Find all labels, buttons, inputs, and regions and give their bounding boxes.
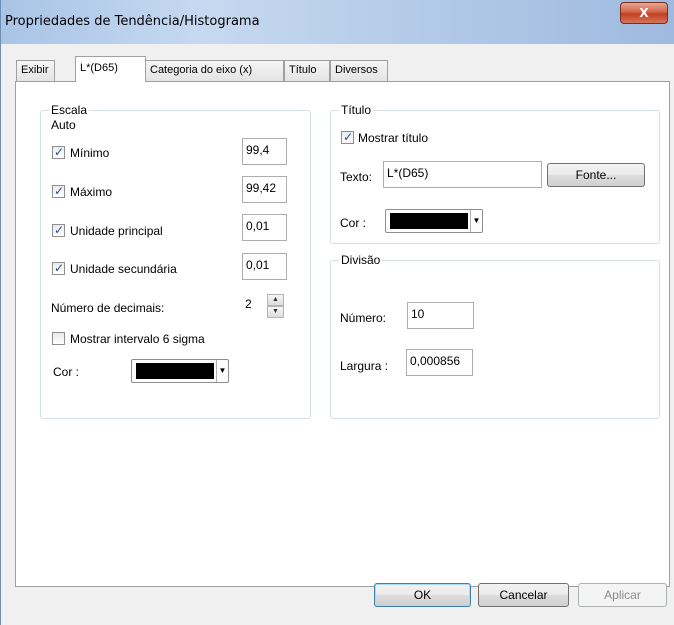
numero-input[interactable]: 10	[407, 302, 474, 329]
dialog-window: Propriedades de Tendência/Histograma X E…	[0, 0, 674, 625]
tab-titulo[interactable]: Título	[284, 60, 330, 81]
chevron-down-icon: ▼	[216, 360, 228, 382]
tab-categoria-eixo[interactable]: Categoria do eixo (x)	[145, 60, 284, 81]
minimo-input[interactable]: 99,4	[242, 138, 287, 165]
unidade-secundaria-input[interactable]: 0,01	[242, 253, 287, 280]
unidade-principal-label: Unidade principal	[70, 224, 163, 238]
close-button[interactable]: X	[620, 2, 668, 24]
sigma-label: Mostrar intervalo 6 sigma	[70, 332, 205, 346]
check-icon: ✓	[53, 261, 65, 275]
texto-input[interactable]: L*(D65)	[383, 161, 542, 188]
decimais-input[interactable]: 2	[242, 293, 265, 320]
fonte-button[interactable]: Fonte...	[547, 163, 645, 187]
tab-exibir[interactable]: Exibir	[16, 60, 55, 81]
maximo-input[interactable]: 99,42	[242, 176, 287, 203]
minimo-checkbox[interactable]: ✓	[52, 145, 65, 159]
unidade-secundaria-checkbox[interactable]: ✓	[52, 261, 65, 275]
tab-panel: Escala Auto ✓ Mínimo 99,4 ✓ Máximo 99,42…	[15, 81, 670, 587]
unidade-principal-checkbox[interactable]: ✓	[52, 223, 65, 237]
cancel-button[interactable]: Cancelar	[478, 583, 569, 607]
numero-label: Número:	[340, 311, 387, 325]
escala-group-label: Escala	[49, 103, 90, 117]
spin-down-icon[interactable]: ▼	[267, 306, 284, 318]
texto-label: Texto:	[340, 170, 373, 184]
check-icon: ✓	[342, 130, 354, 144]
chevron-down-icon: ▼	[470, 210, 482, 232]
divisao-group: Divisão Número: 10 Largura : 0,000856	[330, 253, 660, 419]
maximo-checkbox[interactable]: ✓	[52, 184, 65, 198]
mostrar-titulo-checkbox[interactable]: ✓	[341, 130, 354, 144]
spin-up-icon[interactable]: ▲	[267, 294, 284, 306]
tab-l-d65[interactable]: L*(D65)	[75, 56, 146, 82]
title-bar: Propriedades de Tendência/Histograma X	[1, 0, 674, 44]
tab-diversos[interactable]: Diversos	[330, 60, 388, 81]
largura-input[interactable]: 0,000856	[406, 349, 473, 376]
minimo-label: Mínimo	[70, 146, 110, 160]
divisao-group-label: Divisão	[339, 253, 383, 267]
largura-label: Largura :	[340, 359, 389, 373]
color-swatch	[136, 363, 214, 379]
titulo-cor-label: Cor :	[340, 216, 367, 230]
window-title: Propriedades de Tendência/Histograma	[5, 14, 260, 29]
dialog-client: Exibir L*(D65) Categoria do eixo (x) Tít…	[10, 44, 674, 625]
escala-group: Escala Auto ✓ Mínimo 99,4 ✓ Máximo 99,42…	[40, 103, 311, 419]
auto-label: Auto	[51, 118, 76, 132]
maximo-label: Máximo	[70, 185, 113, 199]
unidade-principal-input[interactable]: 0,01	[242, 214, 287, 241]
sigma-checkbox[interactable]	[52, 332, 65, 345]
color-swatch	[390, 213, 468, 229]
decimais-spinner[interactable]: ▲ ▼	[267, 294, 284, 319]
titulo-group-label: Título	[339, 103, 374, 117]
titulo-cor-dropdown[interactable]: ▼	[385, 209, 483, 233]
apply-button[interactable]: Aplicar	[578, 583, 667, 607]
escala-cor-label: Cor :	[53, 365, 80, 379]
check-icon: ✓	[53, 223, 65, 237]
escala-cor-dropdown[interactable]: ▼	[131, 359, 229, 383]
mostrar-titulo-label: Mostrar título	[358, 131, 429, 145]
close-icon: X	[639, 6, 649, 20]
check-icon: ✓	[53, 184, 65, 198]
ok-button[interactable]: OK	[374, 583, 471, 607]
decimais-label: Número de decimais:	[51, 301, 165, 315]
unidade-secundaria-label: Unidade secundária	[70, 262, 177, 276]
titulo-group: Título ✓ Mostrar título Texto: L*(D65) F…	[330, 103, 660, 244]
tab-strip: Exibir L*(D65) Categoria do eixo (x) Tít…	[10, 44, 674, 82]
check-icon: ✓	[53, 145, 65, 159]
